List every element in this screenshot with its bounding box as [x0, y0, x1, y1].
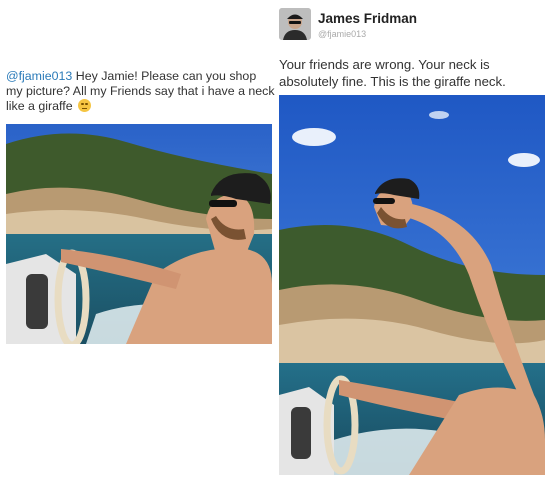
author-name[interactable]: James Fridman [318, 11, 417, 26]
original-photo [6, 124, 272, 344]
relieved-face-emoji-icon [78, 99, 92, 112]
author-handle[interactable]: @fjamie013 [318, 29, 366, 39]
edited-photo [279, 95, 545, 475]
request-handle[interactable]: @fjamie013 [6, 69, 72, 83]
response-text: Your friends are wrong. Your neck is abs… [279, 57, 506, 89]
author-avatar[interactable] [279, 8, 311, 40]
request-post-text: @fjamie013 Hey Jamie! Please can you sho… [6, 69, 276, 114]
